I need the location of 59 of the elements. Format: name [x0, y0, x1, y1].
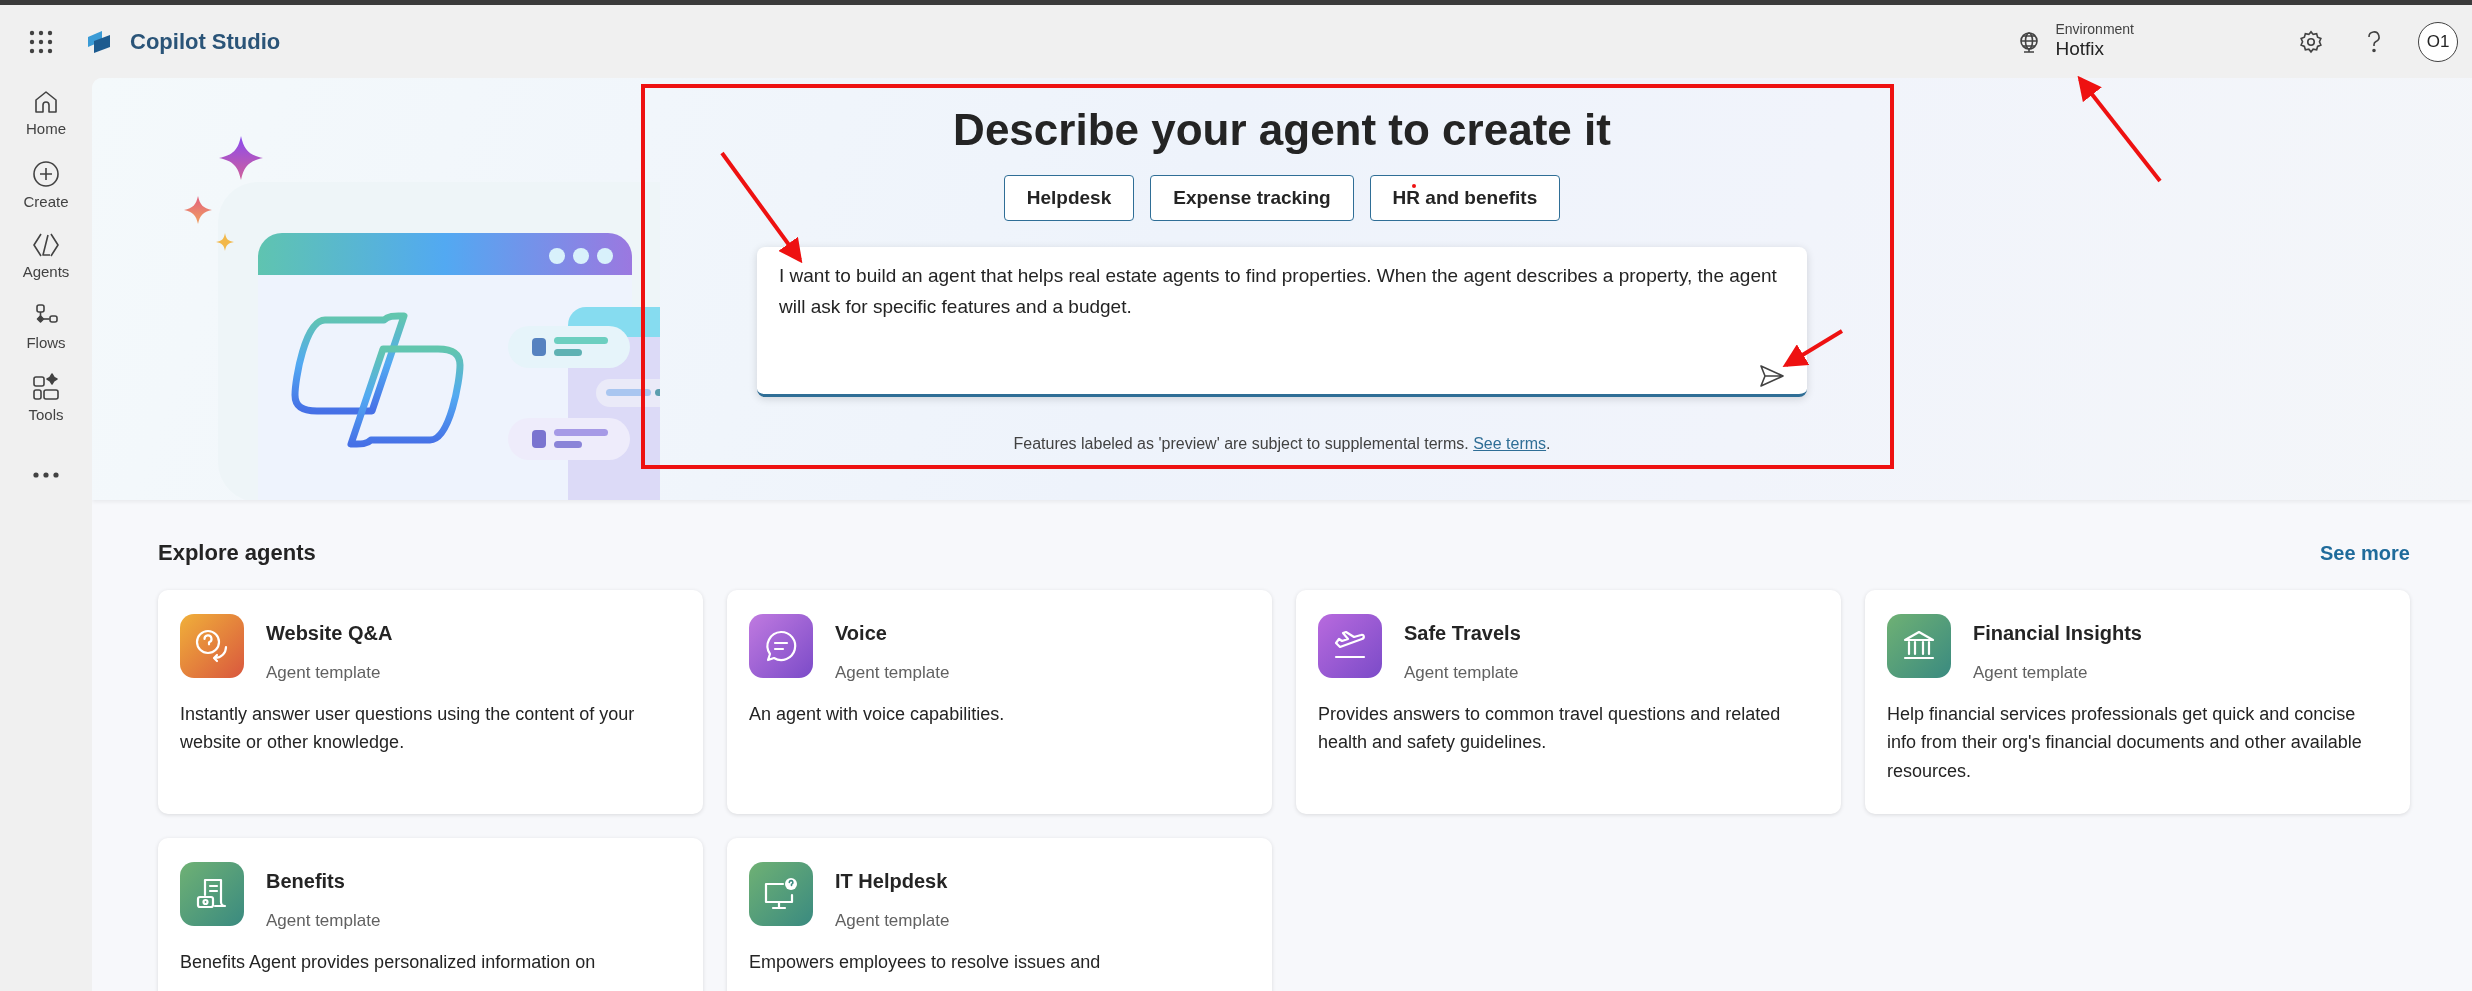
agent-template-card[interactable]: Benefits Agent template Benefits Agent provides personalized information on	[158, 838, 703, 991]
agent-subtitle: Agent template	[835, 910, 950, 932]
nav-item[interactable]: Agents	[8, 231, 84, 284]
nav-label: Home	[26, 119, 66, 139]
user-avatar[interactable]: O1	[2418, 21, 2458, 62]
suggestion-chip[interactable]: Expense tracking	[1150, 174, 1354, 222]
agent-subtitle: Agent template	[1404, 662, 1520, 684]
suggestion-chip[interactable]: HR and benefits	[1369, 174, 1561, 222]
code-icon	[31, 231, 61, 259]
annotation-arrow	[1782, 329, 1844, 368]
agent-name: Voice	[835, 621, 888, 646]
nav-label: Agents	[22, 262, 70, 282]
agent-description: Provides answers to common travel questions and related health and safety guidelines.	[1318, 702, 1782, 755]
environment-label: Environment	[2055, 22, 2134, 38]
nav-label: Flows	[26, 332, 66, 353]
agent-subtitle: Agent template	[835, 662, 950, 684]
agent-subtitle: Agent template	[266, 662, 382, 684]
agent-subtitle: Agent template	[266, 910, 381, 932]
agent-description: Instantly answer user questions using the content of your website or other knowledge.	[180, 702, 636, 755]
suggestion-chip[interactable]: Helpdesk	[1003, 174, 1135, 222]
agent-name: Safe Travels	[1404, 621, 1521, 646]
agent-template-card[interactable]: Safe Travels Agent template Provides answers to common travel questions and related health and safety guidelines.	[1296, 590, 1841, 814]
app-title: Copilot Studio	[130, 28, 281, 56]
monitor-question-icon	[749, 862, 813, 926]
agent-description: Benefits Agent provides personalized information on	[180, 950, 597, 974]
agent-description: Empowers employees to resolve issues and	[749, 950, 1102, 974]
see-more-link[interactable]: See more	[2319, 538, 2410, 568]
agent-description: Help financial services professionals get quick and concise info from their org's financial documents and other available resources.	[1887, 702, 2363, 784]
agent-template-card[interactable]: Voice Agent template An agent with voice capabilities.	[727, 590, 1272, 814]
receipt-icon	[180, 862, 244, 926]
nav-item[interactable]: Tools	[8, 372, 84, 427]
nav-item[interactable]: Create	[8, 158, 84, 213]
preview-terms-notice: Features labeled as 'preview' are subject to supplemental terms. See terms.	[1013, 434, 1551, 455]
bank-icon	[1887, 614, 1951, 678]
home-icon	[32, 88, 60, 116]
agent-subtitle: Agent template	[1973, 662, 2089, 684]
nav-label: Create	[23, 191, 69, 212]
airplane-icon	[1318, 614, 1382, 678]
agent-name: Website Q&A	[266, 621, 393, 646]
send-icon[interactable]	[1759, 364, 1785, 389]
agent-description: An agent with voice capabilities.	[749, 702, 1006, 726]
agent-name: Financial Insights	[1973, 621, 2142, 646]
chat-bubble-icon	[749, 614, 813, 678]
question-chat-icon	[180, 614, 244, 678]
hero-title: Describe your agent to create it	[953, 104, 1611, 156]
agent-name: IT Helpdesk	[835, 869, 949, 894]
agent-template-card[interactable]: IT Helpdesk Agent template Empowers employees to resolve issues and	[727, 838, 1272, 991]
plus-circle-icon	[31, 158, 61, 189]
section-title: Explore agents	[158, 539, 316, 567]
agent-template-card[interactable]: Website Q&A Agent template Instantly answer user questions using the content of your website or other knowledge.	[158, 590, 703, 814]
nav-item[interactable]: Flows	[8, 301, 84, 354]
nav-label: Tools	[28, 405, 64, 425]
agent-template-card[interactable]: Financial Insights Agent template Help financial services professionals get quick and concise info from their org's financial documents and other available resources.	[1865, 590, 2410, 814]
tools-icon	[31, 372, 61, 402]
nav-item[interactable]: Home	[8, 88, 84, 141]
prompt-input[interactable]: I want to build an agent that helps real estate agents to find properties. When the agent describes a property, the agent will ask for specific features and a budget.	[757, 247, 1807, 398]
agent-name: Benefits	[266, 869, 346, 894]
annotation-dot	[1412, 184, 1416, 188]
environment-name[interactable]: Hotfix	[2055, 37, 2134, 61]
